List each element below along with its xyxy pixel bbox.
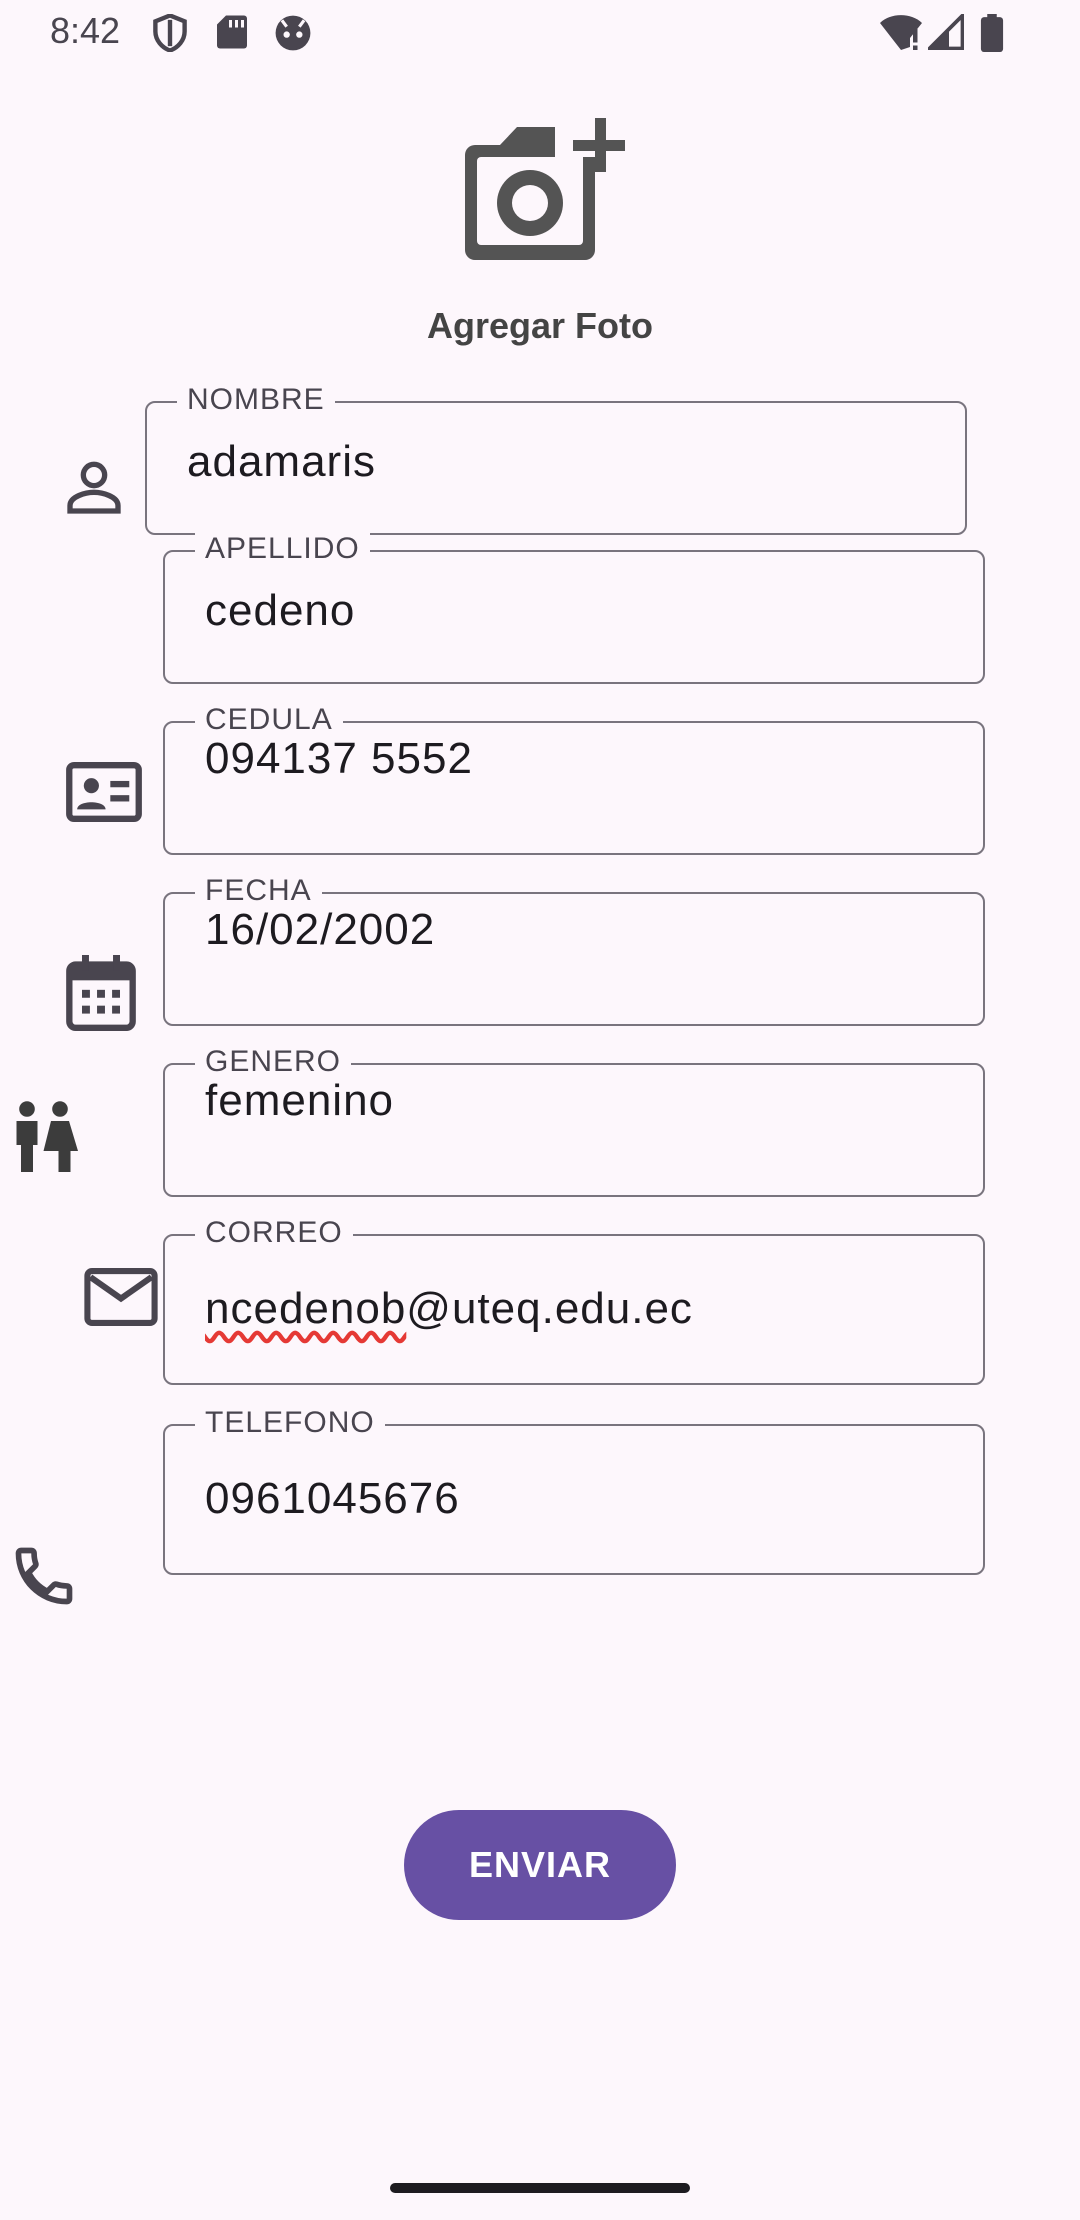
apellido-input[interactable]: cedeno — [205, 586, 965, 636]
correo-value-prefix: ncedenob — [205, 1284, 407, 1333]
fecha-field[interactable]: FECHA 16/02/2002 — [163, 875, 985, 1026]
home-gesture-bar[interactable] — [390, 2183, 690, 2193]
calendar-icon — [66, 955, 136, 1031]
add-camera-icon[interactable] — [455, 115, 625, 265]
android-face-icon — [275, 15, 311, 51]
correo-field[interactable]: CORREO ncedenob@uteq.edu.ec — [163, 1217, 985, 1385]
nombre-field[interactable]: NOMBRE adamaris — [145, 384, 967, 535]
correo-input[interactable]: ncedenob@uteq.edu.ec — [205, 1284, 965, 1334]
battery-icon — [980, 14, 1004, 52]
enviar-button[interactable]: ENVIAR — [404, 1810, 676, 1920]
shield-icon — [153, 14, 187, 52]
correo-label: CORREO — [195, 1217, 353, 1249]
status-time: 8:42 — [50, 10, 121, 51]
screen: 8:42 Agregar Foto NOMBRE adamaris APELLI… — [0, 0, 1080, 2220]
apellido-label: APELLIDO — [195, 533, 370, 565]
nombre-label: NOMBRE — [177, 384, 335, 416]
person-icon — [67, 461, 121, 514]
wifi-alert-icon — [880, 15, 922, 50]
fecha-input[interactable]: 16/02/2002 — [205, 900, 965, 950]
mail-icon — [84, 1268, 158, 1326]
id-card-icon — [66, 762, 142, 822]
nombre-input[interactable]: adamaris — [187, 437, 947, 487]
genero-input[interactable]: femenino — [205, 1071, 965, 1121]
add-photo-label[interactable]: Agregar Foto — [0, 305, 1080, 347]
sd-card-icon — [217, 15, 247, 49]
telefono-field[interactable]: TELEFONO 0961045676 — [163, 1407, 985, 1575]
cedula-input[interactable]: 094137 5552 — [205, 729, 965, 779]
apellido-field[interactable]: APELLIDO cedeno — [163, 533, 985, 684]
correo-value-suffix: @uteq.edu.ec — [406, 1284, 693, 1333]
signal-icon — [928, 14, 964, 50]
cedula-field[interactable]: CEDULA 094137 5552 — [163, 704, 985, 855]
phone-icon — [15, 1547, 73, 1605]
telefono-input[interactable]: 0961045676 — [205, 1474, 965, 1524]
genero-field[interactable]: GENERO femenino — [163, 1046, 985, 1197]
gender-icon — [16, 1101, 78, 1172]
telefono-label: TELEFONO — [195, 1407, 385, 1439]
